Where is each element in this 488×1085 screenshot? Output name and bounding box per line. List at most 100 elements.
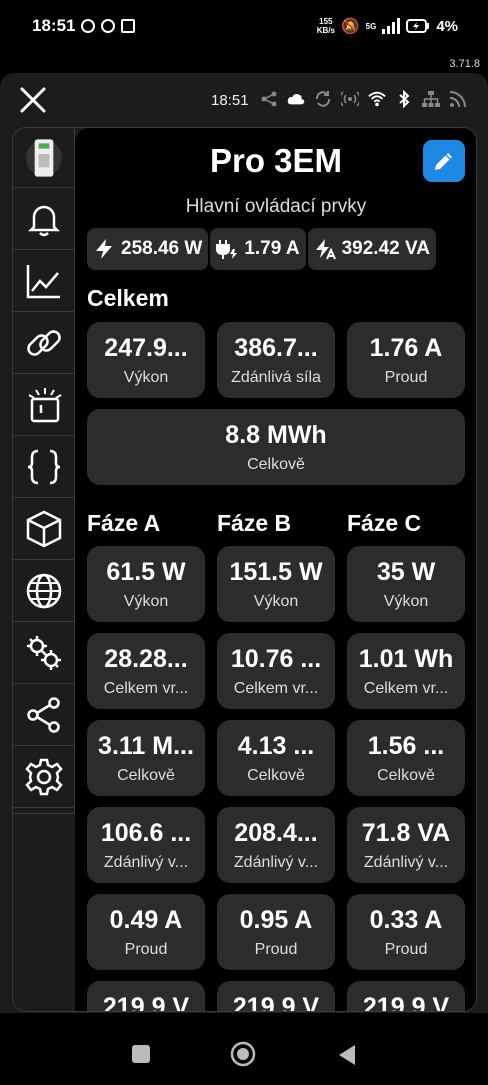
card-label: Výkon xyxy=(253,593,299,610)
card-label: Proud xyxy=(124,941,168,958)
cube-icon xyxy=(26,510,61,547)
card-phase-c[interactable]: 0.33 A Proud xyxy=(347,894,465,970)
rss-icon xyxy=(449,91,466,108)
card-total-current[interactable]: 1.76 A Proud xyxy=(347,322,465,398)
sidebar-item-actions[interactable] xyxy=(13,374,74,436)
status-right: 155 KB/s 🔕 5G 4% xyxy=(317,17,458,35)
card-label: Proud xyxy=(384,369,428,386)
card-value: 0.95 A xyxy=(239,906,313,934)
card-phase-a[interactable]: 61.5 W Výkon xyxy=(87,546,205,622)
card-label: Zdánlivá síla xyxy=(231,369,321,386)
card-phase-c[interactable]: 219.9 V xyxy=(347,981,465,1012)
card-label: Zdánlivý v... xyxy=(233,854,319,871)
card-phase-c[interactable]: 71.8 VA Zdánlivý v... xyxy=(347,807,465,883)
chip-power[interactable]: 258.46 W xyxy=(87,228,209,270)
card-label: Celkově xyxy=(377,767,435,784)
section-title-phase-c: Fáze C xyxy=(347,510,422,536)
app-version: 3.71.8 xyxy=(449,58,480,70)
card-total-power[interactable]: 247.9... Výkon xyxy=(87,322,205,398)
card-phase-b[interactable]: 10.76 ... Celkem vr... xyxy=(217,633,335,709)
chip-current-value: 1.79 A xyxy=(244,238,300,259)
globe-icon xyxy=(26,573,61,608)
back-icon[interactable] xyxy=(337,1044,357,1066)
card-total-energy[interactable]: 8.8 MWh Celkově xyxy=(87,409,465,485)
card-phase-b[interactable]: 151.5 W Výkon xyxy=(217,546,335,622)
sidebar-item-scripts[interactable] xyxy=(13,436,74,498)
chip-apparent[interactable]: 392.42 VA xyxy=(307,228,436,270)
network-tree-icon xyxy=(422,91,440,107)
card-value: 151.5 W xyxy=(229,558,323,586)
sidebar-item-statistics[interactable] xyxy=(13,250,74,312)
card-value: 219.9 V xyxy=(102,993,190,1012)
sidebar-item-share[interactable] xyxy=(13,684,74,746)
card-phase-a[interactable]: 219.9 V xyxy=(87,981,205,1012)
card-value: 10.76 ... xyxy=(230,645,322,673)
sidebar-item-advanced[interactable] xyxy=(13,622,74,684)
bluetooth-icon xyxy=(399,90,410,108)
home-icon[interactable] xyxy=(230,1041,256,1067)
card-value: 247.9... xyxy=(104,334,188,362)
card-label: Zdánlivý v... xyxy=(363,854,449,871)
recents-icon[interactable] xyxy=(131,1044,151,1064)
sidebar-item-network[interactable] xyxy=(13,560,74,622)
pencil-icon xyxy=(435,153,452,170)
card-value: 208.4... xyxy=(234,819,318,847)
cloud-icon xyxy=(287,93,305,105)
card-value: 219.9 V xyxy=(362,993,450,1012)
sidebar-item-settings[interactable] xyxy=(13,746,74,808)
chip-apparent-value: 392.42 VA xyxy=(341,238,430,259)
card-value: 71.8 VA xyxy=(361,819,451,847)
card-phase-c[interactable]: 1.01 Wh Celkem vr... xyxy=(347,633,465,709)
card-phase-b[interactable]: 4.13 ... Celkově xyxy=(217,720,335,796)
card-total-apparent[interactable]: 386.7... Zdánlivá síla xyxy=(217,322,335,398)
card-label: Proud xyxy=(254,941,298,958)
card-phase-a[interactable]: 0.49 A Proud xyxy=(87,894,205,970)
card-value: 8.8 MWh xyxy=(225,421,327,449)
copy-icon xyxy=(121,19,136,33)
card-label: Výkon xyxy=(123,369,169,386)
close-icon[interactable] xyxy=(18,85,48,115)
card-label: Proud xyxy=(384,941,428,958)
sidebar-item-links[interactable] xyxy=(13,312,74,374)
target-icon xyxy=(101,19,116,33)
card-phase-c[interactable]: 1.56 ... Celkově xyxy=(347,720,465,796)
battery-level: 4% xyxy=(436,17,458,35)
card-phase-b[interactable]: 0.95 A Proud xyxy=(217,894,335,970)
card-value: 35 W xyxy=(376,558,436,586)
card-label: Celkem vr... xyxy=(363,680,449,697)
device-subtitle: Hlavní ovládací prvky xyxy=(185,196,367,217)
network-type: 5G xyxy=(365,21,377,31)
card-phase-a[interactable]: 106.6 ... Zdánlivý v... xyxy=(87,807,205,883)
card-value: 3.11 M... xyxy=(98,732,194,760)
card-label: Celkem vr... xyxy=(233,680,319,697)
sidebar-item-components[interactable] xyxy=(13,498,74,560)
share-nodes-icon xyxy=(261,91,277,107)
edit-button[interactable] xyxy=(423,140,465,182)
card-phase-b[interactable]: 208.4... Zdánlivý v... xyxy=(217,807,335,883)
system-status-bar: 18:51 155 KB/s 🔕 5G 4% xyxy=(0,0,488,52)
card-phase-b[interactable]: 219.9 V xyxy=(217,981,335,1011)
card-label: Celkově xyxy=(247,456,305,473)
system-nav-bar xyxy=(0,1013,488,1085)
sync-icon xyxy=(315,91,331,107)
whatsapp-icon xyxy=(81,19,96,33)
plug-bolt-icon xyxy=(216,240,238,259)
card-value: 1.56 ... xyxy=(367,732,445,760)
sidebar-item-notifications[interactable] xyxy=(13,188,74,250)
card-phase-c[interactable]: 35 W Výkon xyxy=(347,546,465,622)
card-label: Celkově xyxy=(117,767,175,784)
chip-current[interactable]: 1.79 A xyxy=(210,228,306,270)
gear-icon xyxy=(24,758,63,795)
card-value: 0.33 A xyxy=(369,906,443,934)
broadcast-icon xyxy=(341,91,359,107)
app-window: 18:51 Pro 3EM Hlavní ovládací prvky 258.… xyxy=(0,73,488,1013)
curly-braces-icon xyxy=(27,449,60,484)
sidebar-item-device[interactable] xyxy=(13,128,74,188)
status-time: 18:51 xyxy=(32,16,76,35)
card-phase-a[interactable]: 28.28... Celkem vr... xyxy=(87,633,205,709)
line-chart-icon xyxy=(26,264,60,298)
card-phase-a[interactable]: 3.11 M... Celkově xyxy=(87,720,205,796)
bolt-a-icon xyxy=(315,239,336,260)
wifi-icon xyxy=(368,91,386,107)
card-value: 386.7... xyxy=(234,334,318,362)
